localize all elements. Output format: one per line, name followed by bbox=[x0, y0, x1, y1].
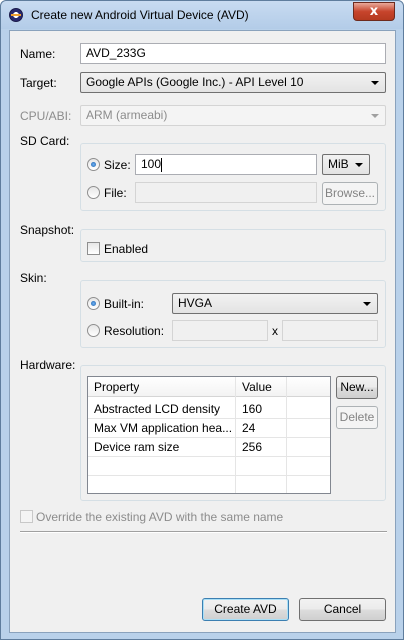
close-button[interactable]: x bbox=[353, 2, 395, 21]
delete-property-button[interactable]: Delete bbox=[336, 406, 378, 429]
dialog-window: Create new Android Virtual Device (AVD) … bbox=[0, 0, 404, 640]
snapshot-enabled-label: Enabled bbox=[104, 242, 149, 256]
snapshot-enabled-checkbox[interactable] bbox=[87, 242, 100, 255]
sd-size-input[interactable]: 100 bbox=[135, 154, 317, 175]
row-property: Device ram size bbox=[94, 440, 180, 454]
footer-separator bbox=[20, 531, 387, 533]
dialog-body: Name: AVD_233G Target: Google APIs (Goog… bbox=[9, 30, 396, 633]
resolution-height-input[interactable] bbox=[282, 320, 378, 341]
sd-size-radio[interactable] bbox=[87, 158, 100, 171]
cpu-abi-label: CPU/ABI: bbox=[20, 109, 72, 123]
skin-label: Skin: bbox=[20, 271, 47, 285]
row-value: 24 bbox=[242, 421, 256, 435]
column-header-value[interactable]: Value bbox=[242, 380, 272, 394]
table-header: Property Value bbox=[88, 377, 330, 397]
target-label: Target: bbox=[20, 76, 57, 90]
chevron-down-icon bbox=[371, 114, 379, 118]
chevron-down-icon bbox=[355, 163, 363, 167]
table-row[interactable]: Max VM application hea... 24 bbox=[88, 418, 330, 437]
eclipse-app-icon bbox=[9, 8, 23, 22]
sd-size-label: Size: bbox=[104, 158, 131, 172]
chevron-down-icon bbox=[363, 302, 371, 306]
target-select[interactable]: Google APIs (Google Inc.) - API Level 10 bbox=[80, 72, 386, 93]
name-label: Name: bbox=[20, 47, 56, 61]
row-property: Abstracted LCD density bbox=[94, 402, 221, 416]
sd-card-label: SD Card: bbox=[20, 134, 70, 148]
create-avd-button[interactable]: Create AVD bbox=[202, 598, 289, 621]
row-property: Max VM application hea... bbox=[94, 421, 232, 435]
cpu-abi-select[interactable]: ARM (armeabi) bbox=[80, 105, 386, 126]
skin-builtin-label: Built-in: bbox=[104, 297, 145, 311]
row-value: 160 bbox=[242, 402, 263, 416]
skin-resolution-radio[interactable] bbox=[87, 324, 100, 337]
hardware-table[interactable]: Property Value Abstracted LCD density 16… bbox=[87, 376, 331, 494]
resolution-width-input[interactable] bbox=[172, 320, 268, 341]
chevron-down-icon bbox=[371, 81, 379, 85]
row-divider bbox=[88, 456, 330, 457]
sd-unit-value: MiB bbox=[328, 157, 349, 171]
override-checkbox[interactable] bbox=[20, 510, 33, 523]
sd-file-label: File: bbox=[104, 186, 127, 200]
name-input[interactable]: AVD_233G bbox=[80, 43, 386, 64]
sd-file-input[interactable] bbox=[135, 182, 317, 203]
row-divider bbox=[88, 475, 330, 476]
window-title: Create new Android Virtual Device (AVD) bbox=[31, 8, 249, 22]
cancel-button[interactable]: Cancel bbox=[299, 598, 386, 621]
row-value: 256 bbox=[242, 440, 263, 454]
resolution-x-label: x bbox=[272, 324, 278, 338]
sd-file-radio[interactable] bbox=[87, 186, 100, 199]
new-property-button[interactable]: New... bbox=[336, 376, 378, 399]
skin-builtin-value: HVGA bbox=[178, 296, 213, 310]
browse-button[interactable]: Browse... bbox=[322, 182, 378, 205]
hardware-label: Hardware: bbox=[20, 358, 76, 372]
skin-builtin-select[interactable]: HVGA bbox=[172, 293, 378, 314]
sd-size-value: 100 bbox=[141, 157, 162, 171]
target-select-value: Google APIs (Google Inc.) - API Level 10 bbox=[86, 75, 304, 89]
snapshot-label: Snapshot: bbox=[20, 223, 75, 237]
table-row[interactable]: Device ram size 256 bbox=[88, 437, 330, 456]
skin-resolution-label: Resolution: bbox=[104, 324, 165, 338]
title-bar[interactable]: Create new Android Virtual Device (AVD) … bbox=[1, 1, 403, 29]
override-label: Override the existing AVD with the same … bbox=[36, 510, 284, 524]
column-header-property[interactable]: Property bbox=[94, 380, 139, 394]
skin-builtin-radio[interactable] bbox=[87, 297, 100, 310]
text-caret bbox=[161, 157, 163, 172]
cpu-abi-select-value: ARM (armeabi) bbox=[86, 108, 168, 122]
table-row[interactable]: Abstracted LCD density 160 bbox=[88, 399, 330, 418]
sd-unit-select[interactable]: MiB bbox=[322, 154, 370, 175]
